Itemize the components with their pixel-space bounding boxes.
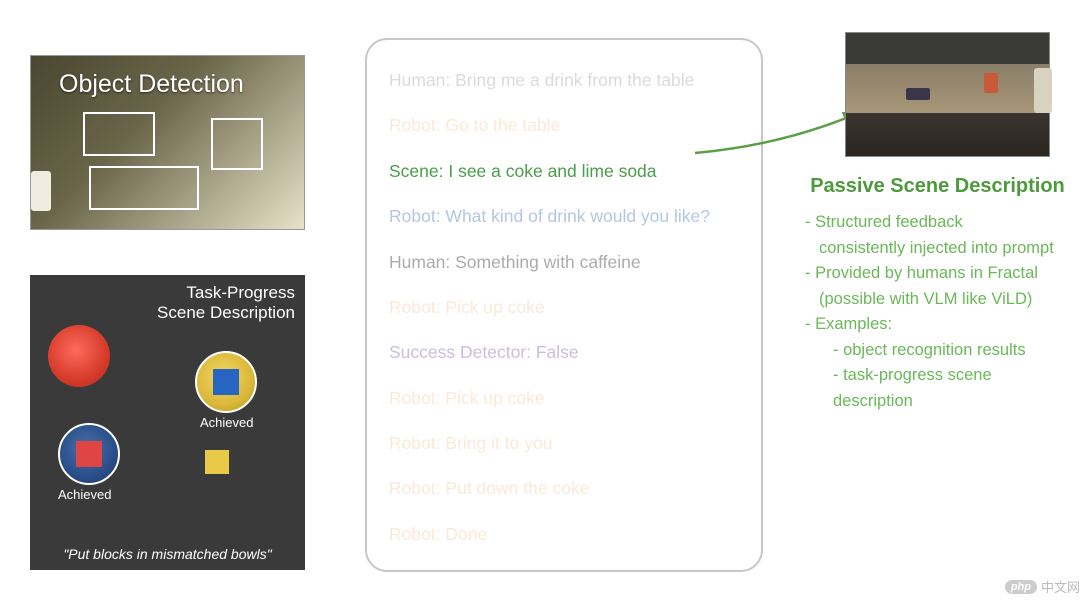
scene-thumbnail bbox=[845, 32, 1050, 157]
right-bullet-line: - object recognition results bbox=[805, 338, 1070, 364]
left-column: Object Detection Task-Progress Scene Des… bbox=[30, 55, 320, 570]
dialog-line: Robot: Pick up coke bbox=[389, 295, 739, 320]
dialog-line: Scene: I see a coke and lime soda bbox=[389, 159, 739, 184]
right-bullet-list: - Structured feedback consistently injec… bbox=[805, 210, 1070, 415]
red-bowl-icon bbox=[48, 325, 110, 387]
watermark-text: 中文网 bbox=[1041, 577, 1080, 596]
dialog-line: Robot: Done bbox=[389, 522, 739, 547]
dialog-line: Human: Bring me a drink from the table bbox=[389, 68, 739, 93]
dialog-line: Robot: Go to the table bbox=[389, 113, 739, 138]
right-bullet-line: (possible with VLM like ViLD) bbox=[805, 287, 1070, 313]
task-progress-title-line1: Task-Progress bbox=[186, 283, 295, 303]
dialog-line: Human: Something with caffeine bbox=[389, 250, 739, 275]
right-bullet-line: - task-progress scene description bbox=[805, 363, 1070, 414]
object-detection-title: Object Detection bbox=[59, 70, 244, 99]
blue-bowl-icon bbox=[58, 423, 120, 485]
object-detection-image: Object Detection bbox=[30, 55, 305, 230]
watermark: php 中文网 bbox=[1005, 577, 1080, 596]
detection-box bbox=[83, 112, 155, 156]
right-description: Passive Scene Description - Structured f… bbox=[805, 175, 1070, 415]
scene-object bbox=[31, 171, 51, 211]
right-bullet-line: - Examples: bbox=[805, 312, 1070, 338]
blue-block-icon bbox=[213, 369, 239, 395]
thumbnail-object bbox=[906, 88, 930, 100]
dialog-line: Robot: Pick up coke bbox=[389, 386, 739, 411]
red-block-icon bbox=[76, 441, 102, 467]
scene-arrow-icon bbox=[695, 105, 870, 160]
yellow-bowl-icon bbox=[195, 351, 257, 413]
dialog-line: Robot: What kind of drink would you like… bbox=[389, 204, 739, 229]
yellow-block-icon bbox=[205, 450, 229, 474]
right-bullet-line: - Structured feedback bbox=[805, 210, 1070, 236]
detection-box bbox=[89, 166, 199, 210]
right-title: Passive Scene Description bbox=[805, 175, 1070, 198]
right-bullet-line: consistently injected into prompt bbox=[805, 236, 1070, 262]
dialog-line: Robot: Bring it to you bbox=[389, 431, 739, 456]
right-bullet-line: - Provided by humans in Fractal bbox=[805, 261, 1070, 287]
thumbnail-object bbox=[984, 73, 998, 93]
php-badge-icon: php bbox=[1005, 580, 1037, 594]
achieved-label: Achieved bbox=[200, 415, 253, 430]
task-caption: "Put blocks in mismatched bowls" bbox=[30, 546, 305, 562]
detection-box bbox=[211, 118, 263, 170]
task-progress-panel: Task-Progress Scene Description Achieved… bbox=[30, 275, 305, 570]
achieved-label: Achieved bbox=[58, 487, 111, 502]
dialog-line: Success Detector: False bbox=[389, 340, 739, 365]
dialog-line: Robot: Put down the coke bbox=[389, 476, 739, 501]
thumbnail-object bbox=[1034, 68, 1052, 113]
task-progress-title-line2: Scene Description bbox=[157, 303, 295, 323]
